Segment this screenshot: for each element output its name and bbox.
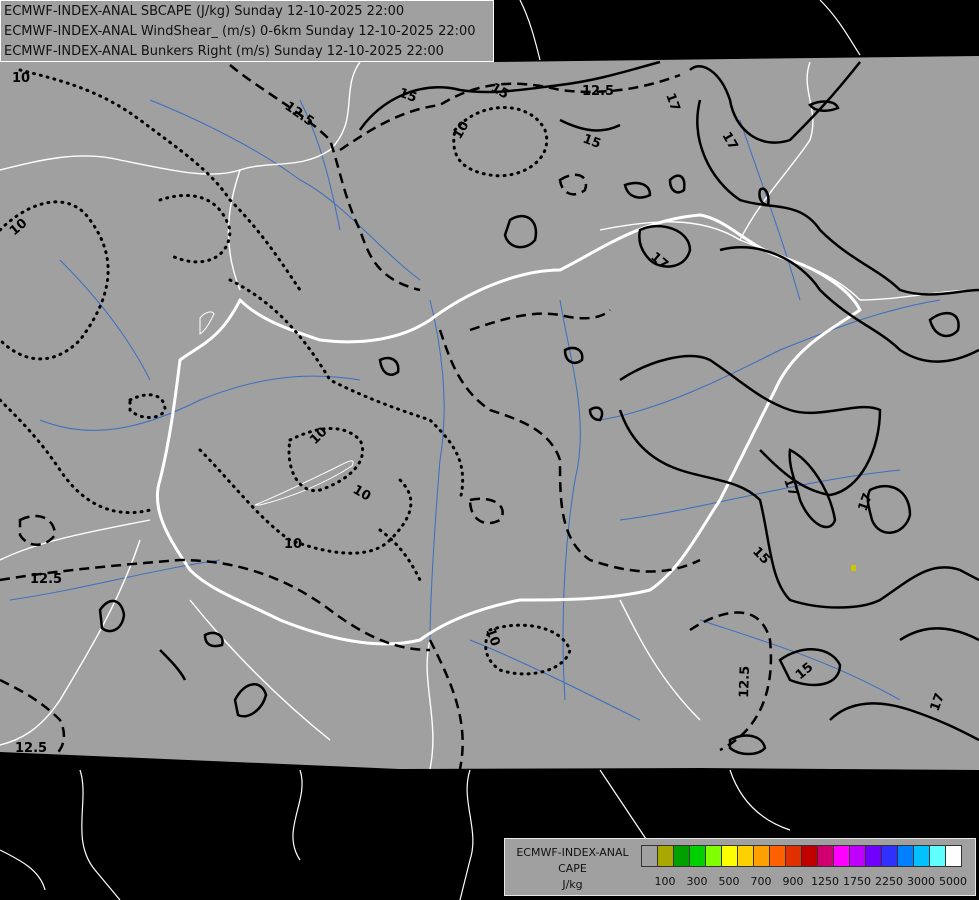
legend-tick-label: 1750 [843,875,871,888]
legend-swatch [945,845,962,867]
contour-label: 10 [284,537,302,552]
legend-tick-label: 3000 [907,875,935,888]
legend-tick-label: 1250 [811,875,839,888]
legend-swatch [865,845,882,867]
title-box: ECMWF-INDEX-ANAL SBCAPE (J/kg) Sunday 12… [0,0,494,62]
legend-swatch [721,845,738,867]
model-domain [0,56,979,770]
weather-map: 10 10 10 10 10 10 10 12.5 12.5 12.5 12.5… [0,0,979,900]
legend-ticks: 100 300 500 700 900 1250 1750 2250 3000 5000 [641,875,971,889]
contour-label: 12.5 [30,572,62,587]
contour-label: 12.5 [15,741,47,756]
legend-swatch [817,845,834,867]
legend-swatch [833,845,850,867]
legend-swatch [641,845,658,867]
contour-label: 10 [12,71,30,86]
legend-swatch [897,845,914,867]
legend-swatch [689,845,706,867]
legend-tick-label: 100 [654,875,676,888]
legend-tick-label: 700 [750,875,772,888]
legend-swatch [657,845,674,867]
legend-swatch [737,845,754,867]
legend-swatch [785,845,802,867]
title-bunkers: ECMWF-INDEX-ANAL Bunkers Right (m/s) Sun… [4,44,444,59]
legend-tick-label: 900 [782,875,804,888]
legend-swatch [913,845,930,867]
legend-title-field: CAPE [558,862,587,875]
legend-title-unit: J/kg [562,878,583,891]
legend-swatch [753,845,770,867]
legend-swatch [705,845,722,867]
title-windshear: ECMWF-INDEX-ANAL WindShear_ (m/s) 0-6km … [4,24,476,39]
legend-title-model: ECMWF-INDEX-ANAL [516,846,629,859]
contour-label: 12.5 [737,666,753,699]
legend-swatch [849,845,866,867]
legend-tick-label: 2250 [875,875,903,888]
legend-color-scale [641,845,962,867]
cape-spot [851,565,856,571]
legend-swatch [801,845,818,867]
cape-legend: ECMWF-INDEX-ANAL CAPE J/kg 100 300 500 700 9… [504,838,976,896]
legend-swatch [769,845,786,867]
legend-swatch [929,845,946,867]
title-sbcape: ECMWF-INDEX-ANAL SBCAPE (J/kg) Sunday 12… [4,4,405,19]
legend-tick-label: 300 [686,875,708,888]
legend-tick-label: 5000 [939,875,967,888]
legend-tick-label: 500 [718,875,740,888]
legend-swatch [673,845,690,867]
legend-swatch [881,845,898,867]
contour-label: 12.5 [582,84,614,99]
